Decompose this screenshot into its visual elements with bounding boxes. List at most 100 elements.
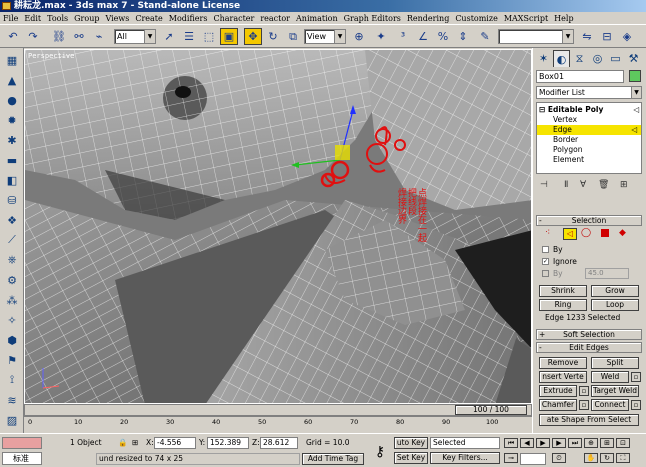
menu-file[interactable]: File xyxy=(0,14,21,23)
stack-item-border[interactable]: Border xyxy=(537,135,641,145)
set-key-button[interactable]: Set Key xyxy=(394,452,428,464)
zoom-icon[interactable]: ⊕ xyxy=(584,438,598,448)
soft-selection-rollout-header[interactable]: + Soft Selection xyxy=(536,329,642,340)
maximize-viewport-icon[interactable]: ⛶ xyxy=(616,453,630,463)
angle-spinner[interactable]: 45.0 xyxy=(585,268,629,279)
spinner-snap-icon[interactable]: ⇕ xyxy=(454,28,472,45)
select-by-name-icon[interactable]: ☰ xyxy=(180,28,198,45)
menu-group[interactable]: Group xyxy=(71,14,102,23)
compound-icon[interactable]: ⚙ xyxy=(3,272,21,288)
window-crossing-icon[interactable]: ▣ xyxy=(220,28,238,45)
previous-frame-icon[interactable]: ◀ xyxy=(520,438,534,448)
menu-rendering[interactable]: Rendering xyxy=(404,14,452,23)
key-filters-button[interactable]: Key Filters... xyxy=(430,452,500,464)
hierarchy-tab-icon[interactable]: ⧖ xyxy=(571,50,588,67)
by-angle-checkbox[interactable] xyxy=(542,270,549,277)
chamfer-button[interactable]: Chamfer xyxy=(539,399,577,411)
next-frame-icon[interactable]: ▶ xyxy=(552,438,566,448)
select-manipulate-icon[interactable]: ✦ xyxy=(372,28,390,45)
reactor-rigid-icon[interactable]: ⬢ xyxy=(3,332,21,348)
split-button[interactable]: Split xyxy=(591,357,639,369)
key-mode-icon[interactable]: ⊸ xyxy=(504,453,518,463)
reactor-water-icon[interactable]: ≋ xyxy=(3,392,21,408)
configure-modifier-sets-icon[interactable]: ⊞ xyxy=(620,180,628,190)
nurbs-icon[interactable]: ⎈ xyxy=(3,252,21,268)
border-mode-icon[interactable]: ◯ xyxy=(581,228,591,238)
by-vertex-checkbox[interactable] xyxy=(542,246,549,253)
y-coordinate-field[interactable]: 152.389 xyxy=(207,437,249,449)
viewport-label[interactable]: Perspective xyxy=(28,52,74,60)
create-spacewarp-icon[interactable]: ❖ xyxy=(3,212,21,228)
connect-button[interactable]: Connect xyxy=(591,399,629,411)
track-bar[interactable]: 0 10 20 30 40 50 60 70 80 90 100 xyxy=(24,416,532,433)
menu-graph-editors[interactable]: Graph Editors xyxy=(341,14,404,23)
chamfer-settings-icon[interactable]: ▫ xyxy=(579,400,589,410)
create-shape-button[interactable]: ate Shape From Select xyxy=(539,414,639,426)
menu-create[interactable]: Create xyxy=(132,14,165,23)
create-tab-icon[interactable]: ✶ xyxy=(535,50,552,67)
shrink-button[interactable]: Shrink xyxy=(539,285,587,297)
maxscript-listener-mini[interactable] xyxy=(2,437,42,449)
select-link-icon[interactable]: ⛓ xyxy=(50,28,68,45)
create-cone-icon[interactable]: ▲ xyxy=(3,72,21,88)
play-icon[interactable]: ▶ xyxy=(536,438,550,448)
element-mode-icon[interactable]: ◆ xyxy=(619,228,626,238)
redo-icon[interactable]: ↷ xyxy=(24,28,42,45)
menu-tools[interactable]: Tools xyxy=(44,14,71,23)
dynamics-icon[interactable]: ✧ xyxy=(3,312,21,328)
edit-edges-rollout-header[interactable]: - Edit Edges xyxy=(536,342,642,353)
modify-tab-icon[interactable]: ◐ xyxy=(553,50,570,67)
create-camera-icon[interactable]: ✱ xyxy=(3,132,21,148)
zoom-all-icon[interactable]: ⊞ xyxy=(600,438,614,448)
loop-button[interactable]: Loop xyxy=(591,299,639,311)
show-end-result-icon[interactable]: Ⅱ xyxy=(564,180,568,190)
time-slider[interactable]: 100 / 100 xyxy=(24,404,532,416)
unlink-icon[interactable]: ⚯ xyxy=(70,28,88,45)
particle-icon[interactable]: ⁂ xyxy=(3,292,21,308)
remove-button[interactable]: Remove xyxy=(539,357,587,369)
named-selection-sets-dropdown[interactable]: ▼ xyxy=(498,29,574,44)
named-selection-icon[interactable]: ✎ xyxy=(476,28,494,45)
add-time-tag-button[interactable]: Add Time Tag xyxy=(302,453,364,465)
create-sphere-icon[interactable]: ● xyxy=(3,92,21,108)
select-and-move-icon[interactable]: ✥ xyxy=(244,28,262,45)
menu-animation[interactable]: Animation xyxy=(293,14,341,23)
select-object-icon[interactable]: ➚ xyxy=(160,28,178,45)
stack-item-editable-poly[interactable]: ⊟ Editable Poly ◁ xyxy=(539,105,643,115)
motion-tab-icon[interactable]: ◎ xyxy=(589,50,606,67)
stack-item-element[interactable]: Element xyxy=(537,155,641,165)
create-box-icon[interactable]: ▦ xyxy=(3,52,21,68)
weld-button[interactable]: Weld xyxy=(591,371,629,383)
weld-settings-icon[interactable]: ▫ xyxy=(631,372,641,382)
make-unique-icon[interactable]: ∀ xyxy=(580,180,586,190)
vertex-mode-icon[interactable]: ⁖ xyxy=(545,228,550,238)
rectangular-selection-icon[interactable]: ⬚ xyxy=(200,28,218,45)
menu-views[interactable]: Views xyxy=(102,14,132,23)
object-color-swatch[interactable] xyxy=(629,70,641,82)
edge-mode-icon[interactable]: ◁ xyxy=(563,228,577,240)
grow-button[interactable]: Grow xyxy=(591,285,639,297)
angle-snap-icon[interactable]: ∠ xyxy=(414,28,432,45)
connect-settings-icon[interactable]: ▫ xyxy=(631,400,641,410)
modifier-list-dropdown[interactable]: Modifier List ▼ xyxy=(536,86,642,99)
lock-selection-icon[interactable]: 🔒 xyxy=(118,437,127,448)
snap-toggle-icon[interactable]: ³ xyxy=(394,28,412,45)
pivot-center-icon[interactable]: ⊕ xyxy=(350,28,368,45)
selected-filter-dropdown[interactable]: Selected xyxy=(430,437,500,449)
selection-filter-dropdown[interactable]: All ▼ xyxy=(114,29,156,44)
zoom-extents-icon[interactable]: ⊡ xyxy=(616,438,630,448)
menu-character[interactable]: Character xyxy=(210,14,257,23)
reactor-preview-icon[interactable]: ▨ xyxy=(3,412,21,428)
attach-icon[interactable]: ⟋ xyxy=(3,232,21,248)
reactor-cloth-icon[interactable]: ⚑ xyxy=(3,352,21,368)
time-slider-thumb[interactable]: 100 / 100 xyxy=(455,405,527,415)
stack-item-edge[interactable]: Edge ◁ xyxy=(537,125,641,135)
stack-item-vertex[interactable]: Vertex xyxy=(537,115,641,125)
arc-rotate-icon[interactable]: ↻ xyxy=(600,453,614,463)
select-and-rotate-icon[interactable]: ↻ xyxy=(264,28,282,45)
remove-modifier-icon[interactable]: 🗑 xyxy=(598,180,609,190)
pin-stack-icon[interactable]: ⊣ xyxy=(540,180,548,190)
stack-item-polygon[interactable]: Polygon xyxy=(537,145,641,155)
maxscript-mini-listener[interactable]: 标准 xyxy=(2,452,42,465)
selection-rollout-header[interactable]: - Selection xyxy=(536,215,642,226)
